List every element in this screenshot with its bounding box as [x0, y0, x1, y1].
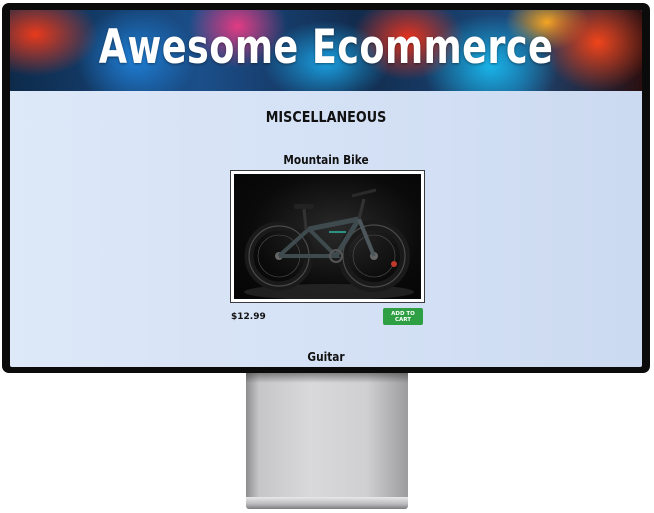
- monitor-stand-foot: [246, 497, 408, 509]
- product-name: Guitar: [307, 350, 345, 364]
- mountain-bike-image: [244, 188, 414, 299]
- product-name: Mountain Bike: [283, 153, 369, 167]
- screen: Awesome Ecommerce MISCELLANEOUS Mountain…: [10, 10, 642, 367]
- category-title: MISCELLANEOUS: [265, 108, 387, 126]
- site-title[interactable]: Awesome Ecommerce: [80, 20, 573, 75]
- product-image[interactable]: [234, 174, 421, 299]
- monitor-frame: Awesome Ecommerce MISCELLANEOUS Mountain…: [2, 3, 650, 373]
- stand-shadow: [246, 373, 408, 383]
- monitor-stand: [246, 373, 408, 499]
- product-price: $12.99: [231, 312, 266, 322]
- header-banner: Awesome Ecommerce: [10, 10, 642, 91]
- add-to-cart-button[interactable]: ADD TO CART: [383, 308, 423, 325]
- product-card[interactable]: [230, 170, 425, 303]
